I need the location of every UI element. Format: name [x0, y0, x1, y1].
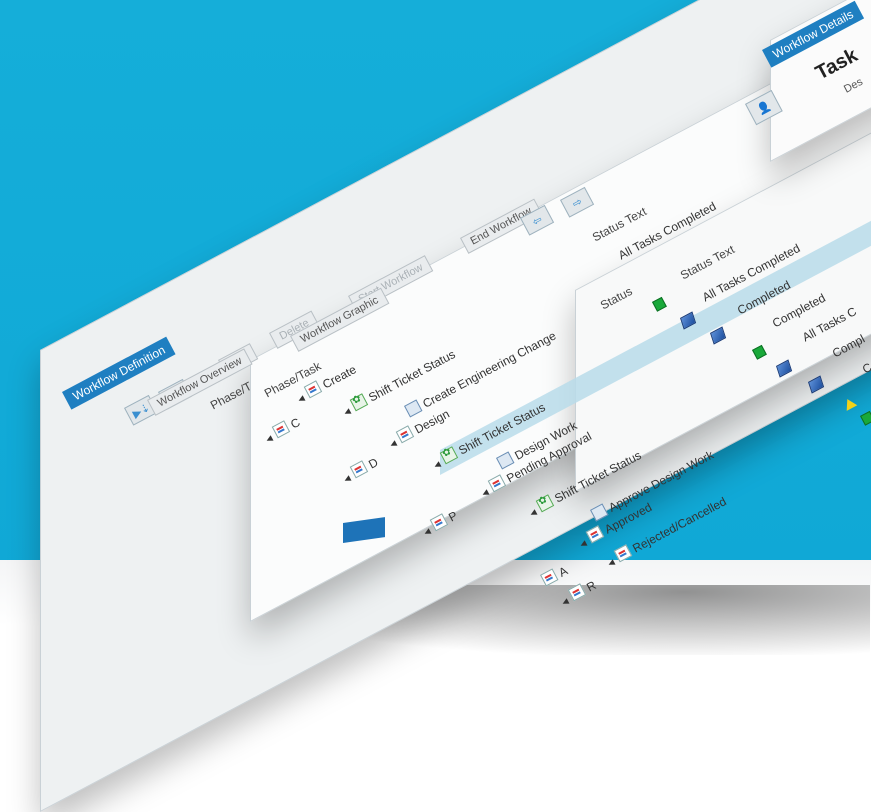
user-settings-icon: 👤	[755, 99, 773, 117]
arrow-icon: ⇦	[530, 213, 545, 229]
arrow-icon: ⇨	[570, 195, 585, 211]
